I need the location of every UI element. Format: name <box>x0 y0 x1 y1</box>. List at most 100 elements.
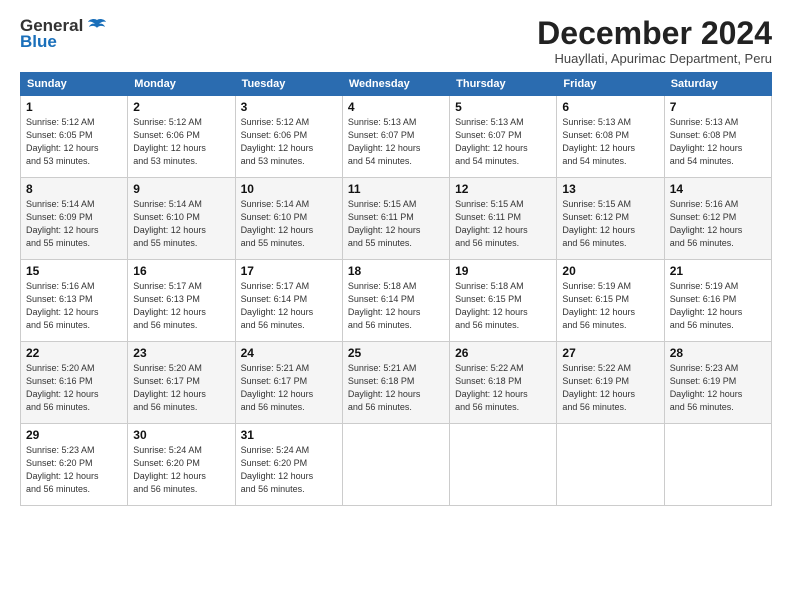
weekday-header-tuesday: Tuesday <box>235 73 342 96</box>
day-number: 27 <box>562 346 658 360</box>
day-number: 6 <box>562 100 658 114</box>
weekday-header-friday: Friday <box>557 73 664 96</box>
day-number: 29 <box>26 428 122 442</box>
day-number: 14 <box>670 182 766 196</box>
calendar-cell: 19 Sunrise: 5:18 AM Sunset: 6:15 PM Dayli… <box>450 260 557 342</box>
day-info: Sunrise: 5:16 AM Sunset: 6:12 PM Dayligh… <box>670 198 766 250</box>
day-info: Sunrise: 5:23 AM Sunset: 6:19 PM Dayligh… <box>670 362 766 414</box>
calendar-cell: 14 Sunrise: 5:16 AM Sunset: 6:12 PM Dayli… <box>664 178 771 260</box>
weekday-header-saturday: Saturday <box>664 73 771 96</box>
day-info: Sunrise: 5:14 AM Sunset: 6:10 PM Dayligh… <box>133 198 229 250</box>
calendar-table: SundayMondayTuesdayWednesdayThursdayFrid… <box>20 72 772 506</box>
weekday-header-wednesday: Wednesday <box>342 73 449 96</box>
day-info: Sunrise: 5:14 AM Sunset: 6:10 PM Dayligh… <box>241 198 337 250</box>
day-number: 9 <box>133 182 229 196</box>
day-info: Sunrise: 5:13 AM Sunset: 6:07 PM Dayligh… <box>348 116 444 168</box>
day-number: 18 <box>348 264 444 278</box>
day-number: 20 <box>562 264 658 278</box>
page: General Blue December 2024 Huayllati, Ap… <box>0 0 792 612</box>
day-number: 15 <box>26 264 122 278</box>
day-number: 10 <box>241 182 337 196</box>
day-info: Sunrise: 5:12 AM Sunset: 6:06 PM Dayligh… <box>241 116 337 168</box>
calendar-cell: 30 Sunrise: 5:24 AM Sunset: 6:20 PM Dayli… <box>128 424 235 506</box>
day-number: 30 <box>133 428 229 442</box>
day-info: Sunrise: 5:14 AM Sunset: 6:09 PM Dayligh… <box>26 198 122 250</box>
day-number: 16 <box>133 264 229 278</box>
day-number: 13 <box>562 182 658 196</box>
title-block: December 2024 Huayllati, Apurimac Depart… <box>537 16 772 66</box>
day-number: 31 <box>241 428 337 442</box>
day-info: Sunrise: 5:21 AM Sunset: 6:17 PM Dayligh… <box>241 362 337 414</box>
calendar-cell: 10 Sunrise: 5:14 AM Sunset: 6:10 PM Dayli… <box>235 178 342 260</box>
day-info: Sunrise: 5:17 AM Sunset: 6:14 PM Dayligh… <box>241 280 337 332</box>
day-info: Sunrise: 5:22 AM Sunset: 6:18 PM Dayligh… <box>455 362 551 414</box>
day-info: Sunrise: 5:12 AM Sunset: 6:05 PM Dayligh… <box>26 116 122 168</box>
calendar-cell: 8 Sunrise: 5:14 AM Sunset: 6:09 PM Daylig… <box>21 178 128 260</box>
header: General Blue December 2024 Huayllati, Ap… <box>20 16 772 66</box>
day-info: Sunrise: 5:15 AM Sunset: 6:12 PM Dayligh… <box>562 198 658 250</box>
calendar-cell: 4 Sunrise: 5:13 AM Sunset: 6:07 PM Daylig… <box>342 96 449 178</box>
calendar-cell <box>664 424 771 506</box>
calendar-cell: 9 Sunrise: 5:14 AM Sunset: 6:10 PM Daylig… <box>128 178 235 260</box>
calendar-week-1: 1 Sunrise: 5:12 AM Sunset: 6:05 PM Daylig… <box>21 96 772 178</box>
day-info: Sunrise: 5:24 AM Sunset: 6:20 PM Dayligh… <box>241 444 337 496</box>
calendar-cell: 26Sunrise: 5:22 AM Sunset: 6:18 PM Dayli… <box>450 342 557 424</box>
calendar-cell: 11 Sunrise: 5:15 AM Sunset: 6:11 PM Dayli… <box>342 178 449 260</box>
calendar-cell: 17 Sunrise: 5:17 AM Sunset: 6:14 PM Dayli… <box>235 260 342 342</box>
day-number: 23 <box>133 346 229 360</box>
calendar-week-5: 29 Sunrise: 5:23 AM Sunset: 6:20 PM Dayli… <box>21 424 772 506</box>
day-number: 11 <box>348 182 444 196</box>
day-info: Sunrise: 5:19 AM Sunset: 6:15 PM Dayligh… <box>562 280 658 332</box>
day-number: 17 <box>241 264 337 278</box>
day-number: 24 <box>241 346 337 360</box>
day-number: 21 <box>670 264 766 278</box>
day-number: 19 <box>455 264 551 278</box>
day-info: Sunrise: 5:20 AM Sunset: 6:16 PM Dayligh… <box>26 362 122 414</box>
day-number: 1 <box>26 100 122 114</box>
day-number: 8 <box>26 182 122 196</box>
day-number: 12 <box>455 182 551 196</box>
calendar-cell <box>450 424 557 506</box>
day-number: 4 <box>348 100 444 114</box>
day-info: Sunrise: 5:12 AM Sunset: 6:06 PM Dayligh… <box>133 116 229 168</box>
calendar-cell: 15 Sunrise: 5:16 AM Sunset: 6:13 PM Dayli… <box>21 260 128 342</box>
logo-blue: Blue <box>20 32 57 52</box>
calendar-cell: 25Sunrise: 5:21 AM Sunset: 6:18 PM Dayli… <box>342 342 449 424</box>
day-info: Sunrise: 5:20 AM Sunset: 6:17 PM Dayligh… <box>133 362 229 414</box>
calendar-cell: 23 Sunrise: 5:20 AM Sunset: 6:17 PM Dayli… <box>128 342 235 424</box>
day-info: Sunrise: 5:13 AM Sunset: 6:07 PM Dayligh… <box>455 116 551 168</box>
weekday-header-thursday: Thursday <box>450 73 557 96</box>
day-info: Sunrise: 5:13 AM Sunset: 6:08 PM Dayligh… <box>562 116 658 168</box>
day-number: 25 <box>348 346 444 360</box>
day-number: 22 <box>26 346 122 360</box>
calendar-cell <box>342 424 449 506</box>
day-info: Sunrise: 5:15 AM Sunset: 6:11 PM Dayligh… <box>348 198 444 250</box>
day-info: Sunrise: 5:13 AM Sunset: 6:08 PM Dayligh… <box>670 116 766 168</box>
calendar-cell: 6 Sunrise: 5:13 AM Sunset: 6:08 PM Daylig… <box>557 96 664 178</box>
calendar-cell: 24 Sunrise: 5:21 AM Sunset: 6:17 PM Dayli… <box>235 342 342 424</box>
day-info: Sunrise: 5:16 AM Sunset: 6:13 PM Dayligh… <box>26 280 122 332</box>
day-info: Sunrise: 5:24 AM Sunset: 6:20 PM Dayligh… <box>133 444 229 496</box>
day-info: Sunrise: 5:17 AM Sunset: 6:13 PM Dayligh… <box>133 280 229 332</box>
logo-bird-icon <box>87 18 107 34</box>
day-number: 7 <box>670 100 766 114</box>
day-info: Sunrise: 5:23 AM Sunset: 6:20 PM Dayligh… <box>26 444 122 496</box>
calendar-cell: 22 Sunrise: 5:20 AM Sunset: 6:16 PM Dayli… <box>21 342 128 424</box>
calendar-cell: 12 Sunrise: 5:15 AM Sunset: 6:11 PM Dayli… <box>450 178 557 260</box>
day-info: Sunrise: 5:22 AM Sunset: 6:19 PM Dayligh… <box>562 362 658 414</box>
calendar-week-3: 15 Sunrise: 5:16 AM Sunset: 6:13 PM Dayli… <box>21 260 772 342</box>
page-subtitle: Huayllati, Apurimac Department, Peru <box>537 51 772 66</box>
day-info: Sunrise: 5:15 AM Sunset: 6:11 PM Dayligh… <box>455 198 551 250</box>
day-info: Sunrise: 5:18 AM Sunset: 6:14 PM Dayligh… <box>348 280 444 332</box>
day-number: 3 <box>241 100 337 114</box>
logo: General Blue <box>20 16 107 52</box>
calendar-cell: 3 Sunrise: 5:12 AM Sunset: 6:06 PM Daylig… <box>235 96 342 178</box>
calendar-week-2: 8 Sunrise: 5:14 AM Sunset: 6:09 PM Daylig… <box>21 178 772 260</box>
calendar-cell: 29 Sunrise: 5:23 AM Sunset: 6:20 PM Dayli… <box>21 424 128 506</box>
calendar-week-4: 22 Sunrise: 5:20 AM Sunset: 6:16 PM Dayli… <box>21 342 772 424</box>
calendar-cell: 18 Sunrise: 5:18 AM Sunset: 6:14 PM Dayli… <box>342 260 449 342</box>
calendar-cell <box>557 424 664 506</box>
weekday-header-sunday: Sunday <box>21 73 128 96</box>
day-info: Sunrise: 5:18 AM Sunset: 6:15 PM Dayligh… <box>455 280 551 332</box>
calendar-cell: 5Sunrise: 5:13 AM Sunset: 6:07 PM Daylig… <box>450 96 557 178</box>
